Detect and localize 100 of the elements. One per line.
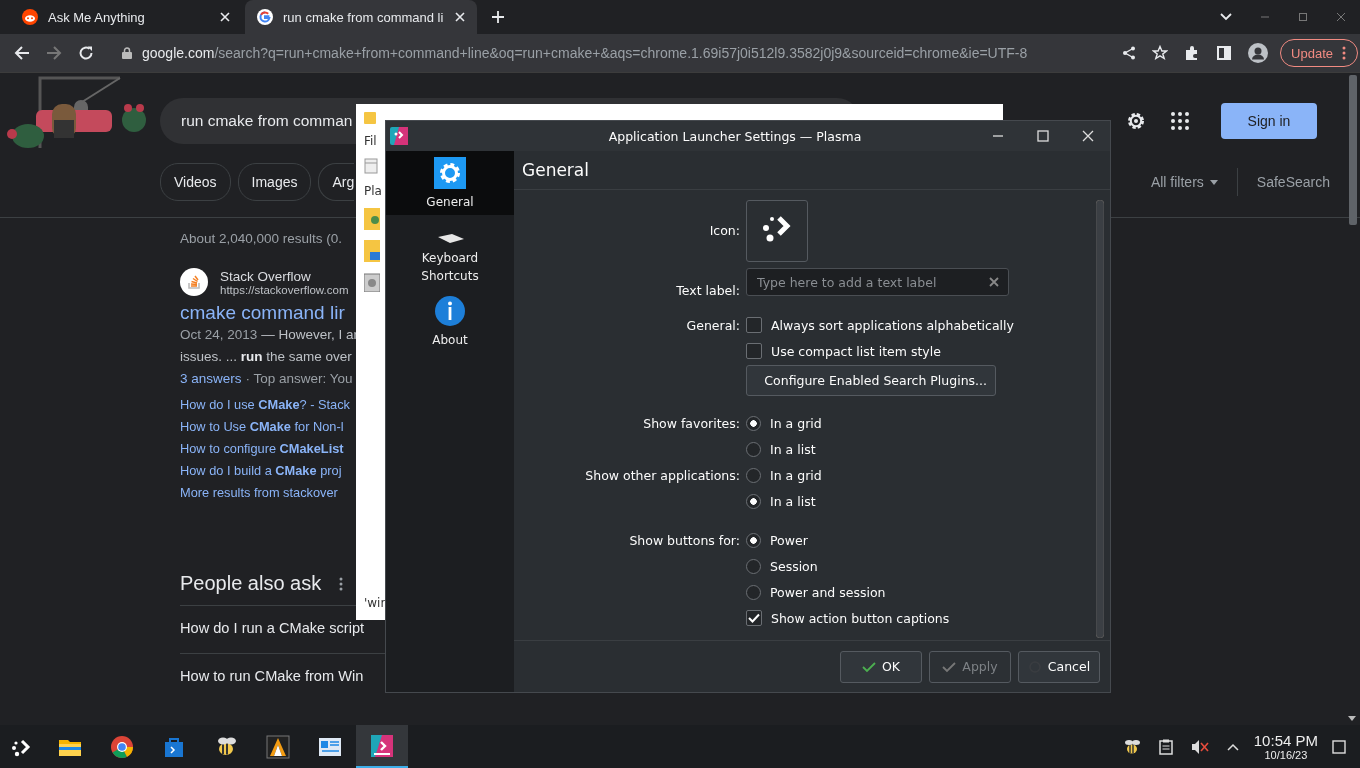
filter-chip[interactable]: Videos — [160, 163, 231, 201]
star-icon[interactable] — [1152, 45, 1169, 61]
radio-button[interactable] — [746, 415, 761, 431]
all-filters-button[interactable]: All filters — [1150, 174, 1218, 190]
option-label[interactable]: Show action button captions — [771, 610, 950, 626]
result-url: https://stackoverflow.com — [220, 283, 349, 296]
clipboard-icon[interactable] — [1158, 738, 1173, 755]
icon-picker-button[interactable] — [746, 200, 808, 262]
result-link[interactable]: How to Use CMake for Non-l — [180, 416, 350, 438]
scrollbar-icon[interactable] — [1348, 75, 1358, 225]
plasma-icon — [370, 733, 394, 758]
stack-overflow-icon — [180, 268, 208, 296]
avatar-icon[interactable] — [1248, 43, 1269, 63]
radio-button[interactable] — [746, 558, 761, 574]
muted-speaker-icon[interactable] — [1190, 738, 1209, 755]
show-desktop-icon[interactable] — [1332, 739, 1346, 754]
chrome-icon — [110, 734, 134, 759]
page-title: General — [514, 151, 1110, 190]
back-arrow-icon[interactable] — [14, 45, 30, 61]
option-label[interactable]: Always sort applications alphabetically — [771, 317, 1014, 333]
result-title-link[interactable]: cmake command lir — [180, 302, 345, 324]
option-label[interactable]: In a list — [770, 441, 816, 457]
taskbar-item[interactable] — [356, 725, 408, 768]
result-link[interactable]: How do I build a CMake proj — [180, 460, 350, 482]
field-label: Show buttons for: — [629, 532, 740, 548]
more-icon[interactable] — [339, 576, 344, 591]
info-icon — [434, 295, 466, 327]
result-link[interactable]: How do I use CMake? - Stack — [180, 394, 350, 416]
radio-button[interactable] — [746, 532, 761, 548]
caret-down-icon — [1209, 179, 1218, 185]
drive-icon[interactable] — [364, 272, 380, 292]
apps-grid-icon[interactable] — [1171, 112, 1189, 130]
dialog-button[interactable]: Cancel — [1018, 650, 1100, 683]
option-label[interactable]: Power and session — [770, 584, 886, 600]
kite-icon — [266, 734, 290, 759]
folder-icon[interactable] — [364, 208, 380, 230]
scrollbar-icon[interactable] — [1096, 200, 1104, 638]
sign-in-button[interactable]: Sign in — [1221, 103, 1317, 139]
result-stats: About 2,040,000 results (0. — [180, 231, 343, 246]
clear-icon[interactable] — [989, 277, 999, 287]
text-field[interactable]: Type here to add a text label — [746, 268, 1009, 296]
result-snippet: issues. ... run the same over — [180, 348, 352, 366]
radio-button[interactable] — [746, 493, 761, 509]
dialog-button[interactable]: OK — [840, 650, 922, 683]
result-link[interactable]: How to configure CMakeList — [180, 438, 350, 460]
field-label: Show other applications: — [585, 467, 740, 483]
maximize-icon[interactable] — [1298, 12, 1308, 22]
settings-icon — [434, 157, 466, 189]
field-label: Show favorites: — [643, 415, 740, 431]
filter-chip[interactable]: Images — [237, 163, 312, 201]
checkbox[interactable] — [746, 317, 762, 333]
checkmark-icon — [748, 613, 760, 623]
plus-icon[interactable] — [491, 10, 505, 24]
browser-tab[interactable]: run cmake from command li — [245, 0, 477, 34]
option-label[interactable]: In a list — [770, 493, 816, 509]
top-answer-text: · Top answer: You — [245, 371, 353, 386]
option-label[interactable]: Session — [770, 558, 818, 574]
panel-title: Pla — [364, 184, 382, 198]
site-name: Stack Overflow — [220, 268, 312, 284]
option-label[interactable]: In a grid — [770, 467, 822, 483]
scroll-down-icon[interactable] — [1348, 716, 1356, 721]
plugins-button[interactable]: Configure Enabled Search Plugins... — [746, 365, 996, 396]
radio-button[interactable] — [746, 441, 761, 457]
field-label: General: — [686, 317, 740, 333]
checkbox[interactable] — [746, 343, 762, 359]
radio-button[interactable] — [746, 467, 761, 483]
sidebar-item[interactable]: General — [386, 151, 514, 215]
section-title: People also ask — [180, 572, 322, 595]
folder-icon — [364, 110, 376, 124]
reload-icon[interactable] — [78, 45, 94, 61]
sidebar-item[interactable]: Keyboard Shortcuts — [386, 215, 514, 289]
reddit-icon — [22, 9, 38, 25]
sidebar-item[interactable]: About — [386, 289, 514, 353]
settings-icon[interactable] — [1125, 110, 1147, 132]
option-label[interactable]: In a grid — [770, 415, 822, 431]
sidebar-icon[interactable] — [1216, 45, 1233, 61]
update-button[interactable]: Update — [1280, 39, 1358, 67]
result-date: Oct 24, 2013 — [180, 327, 258, 342]
more-icon[interactable] — [1342, 46, 1346, 60]
google-icon — [257, 9, 273, 25]
bee-icon[interactable] — [1122, 737, 1141, 756]
menu-item[interactable]: Fil — [364, 134, 377, 148]
clock[interactable]: 10:54 PM 10/16/23 — [1253, 732, 1318, 761]
filter-chip[interactable]: Arg — [318, 163, 355, 201]
result-link[interactable]: More results from stackover — [180, 482, 350, 504]
radio-button[interactable] — [746, 584, 761, 600]
folder-icon[interactable] — [364, 240, 380, 262]
caret-up-icon[interactable] — [1226, 742, 1239, 751]
option-label[interactable]: Power — [770, 532, 808, 548]
answers-link[interactable]: 3 answers — [180, 371, 242, 386]
forward-arrow-icon — [46, 45, 62, 61]
option-label[interactable]: Use compact list item style — [771, 343, 941, 359]
browser-tab[interactable]: Ask Me Anything — [10, 0, 242, 34]
checkbox[interactable] — [746, 610, 762, 626]
checkmark-icon — [942, 660, 957, 673]
field-label: Icon: — [709, 223, 740, 238]
safesearch-button[interactable]: SafeSearch — [1256, 174, 1330, 190]
share-icon[interactable] — [1122, 46, 1137, 60]
status-text: 'wir — [364, 596, 386, 610]
chevron-down-icon[interactable] — [1220, 13, 1232, 21]
